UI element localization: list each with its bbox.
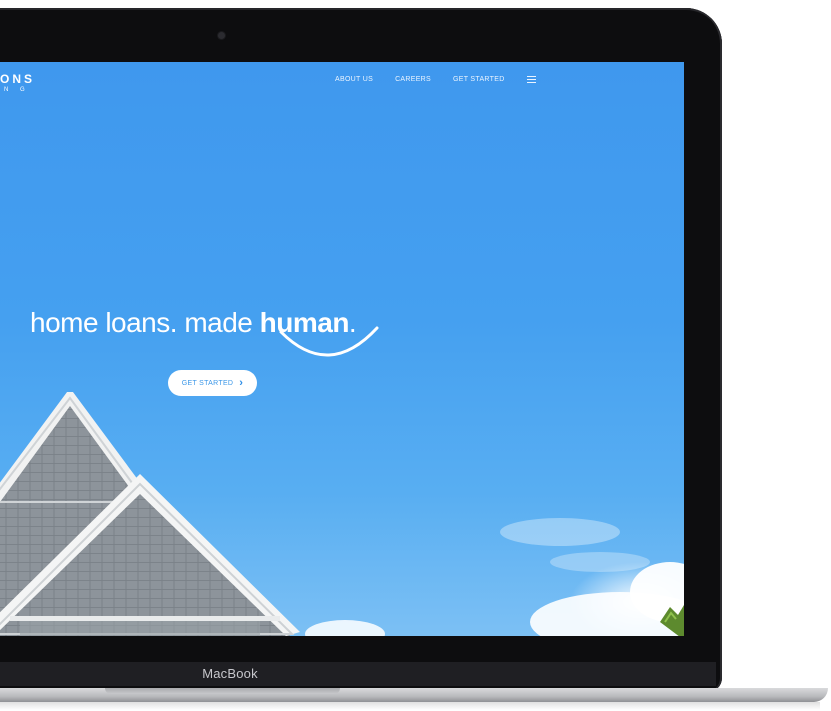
top-nav: ABOUT US CAREERS GET STARTED xyxy=(335,76,536,83)
laptop-shadow xyxy=(0,702,820,710)
logo-wordmark: ONS xyxy=(0,72,36,86)
nav-get-started[interactable]: GET STARTED xyxy=(453,76,505,83)
webcam xyxy=(218,32,225,39)
website-screen: ONS N G ABOUT US CAREERS GET STARTED hom… xyxy=(0,62,684,636)
laptop-bezel-chin xyxy=(0,662,716,686)
hamburger-menu-icon[interactable] xyxy=(526,76,536,83)
nav-about-us[interactable]: ABOUT US xyxy=(335,76,373,83)
get-started-label: GET STARTED xyxy=(181,379,234,387)
company-logo[interactable]: ONS N G xyxy=(0,72,35,93)
laptop-hinge-notch xyxy=(105,688,340,694)
smile-underline-icon xyxy=(279,326,379,357)
logo-subtext: N G xyxy=(4,87,30,93)
hero-headline-light: home loans. made xyxy=(30,307,260,338)
nav-careers[interactable]: CAREERS xyxy=(395,76,431,83)
chevron-right-icon: › xyxy=(239,376,244,389)
device-brand-label: MacBook xyxy=(202,666,258,681)
house-roof-image xyxy=(0,392,300,636)
